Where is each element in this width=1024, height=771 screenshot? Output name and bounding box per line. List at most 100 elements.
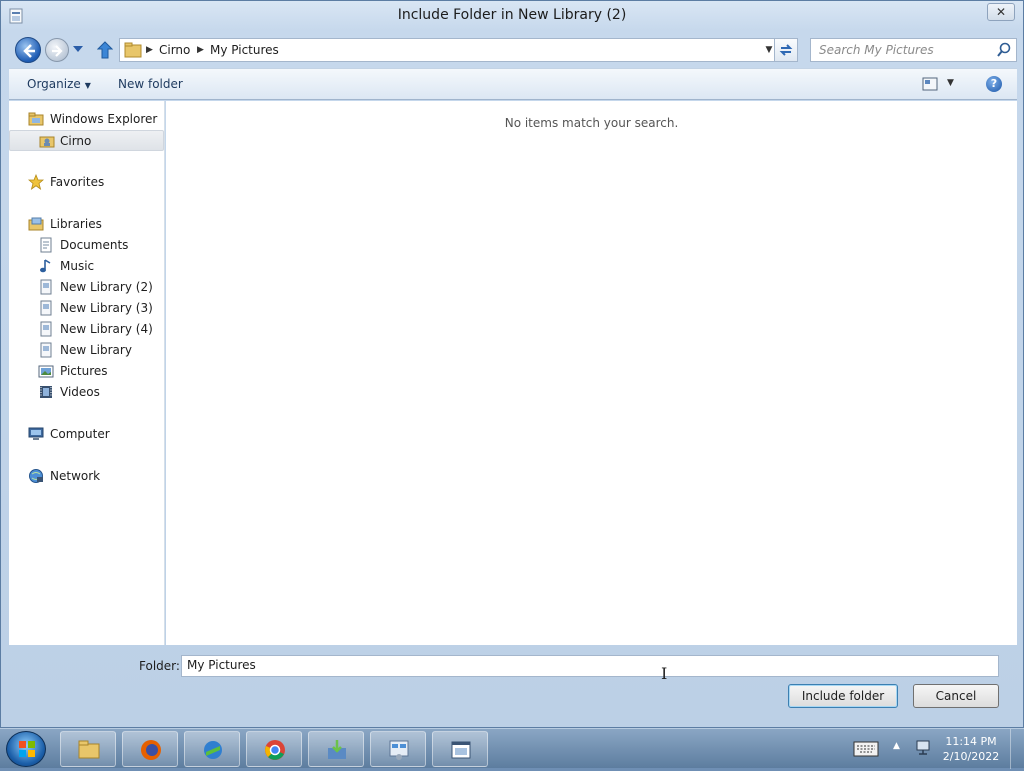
nav-item-computer[interactable]: Computer bbox=[9, 424, 164, 445]
nav-item-favorites[interactable]: Favorites bbox=[9, 172, 164, 193]
system-clock[interactable]: 11:14 PM 2/10/2022 bbox=[940, 734, 1002, 764]
music-icon bbox=[40, 259, 51, 273]
library-icon bbox=[40, 279, 52, 295]
include-folder-button[interactable]: Include folder bbox=[788, 684, 898, 708]
nav-item-label: Network bbox=[50, 469, 101, 483]
computer-icon bbox=[28, 427, 44, 440]
nav-item-label: New Library (2) bbox=[60, 280, 153, 294]
file-list-area[interactable]: No items match your search. bbox=[166, 101, 1017, 645]
breadcrumb-my-pictures[interactable]: My Pictures bbox=[210, 43, 279, 57]
start-button[interactable] bbox=[6, 731, 46, 767]
nav-item-network[interactable]: Network bbox=[9, 466, 164, 487]
network-icon bbox=[29, 469, 43, 483]
search-box[interactable]: Search My Pictures bbox=[810, 38, 1017, 62]
organize-label[interactable]: Organize bbox=[27, 77, 81, 91]
chevron-down-icon: ▼ bbox=[84, 81, 91, 90]
nav-item-videos[interactable]: Videos bbox=[9, 382, 164, 403]
nav-item-label: Music bbox=[60, 259, 95, 273]
nav-item-libraries[interactable]: Libraries bbox=[9, 214, 164, 235]
nav-item-new-library-2[interactable]: New Library (2) bbox=[9, 277, 164, 298]
dialog-footer: Folder: My Pictures I Include folder Can… bbox=[9, 646, 1017, 722]
documents-icon bbox=[40, 237, 52, 253]
taskbar-app-control-panel[interactable] bbox=[370, 731, 426, 767]
breadcrumb-cirno[interactable]: Cirno bbox=[159, 43, 190, 57]
show-desktop-button[interactable] bbox=[1010, 729, 1024, 769]
window-app-icon bbox=[451, 741, 471, 759]
nav-item-new-library-3[interactable]: New Library (3) bbox=[9, 298, 164, 319]
explorer-icon bbox=[78, 740, 100, 759]
nav-item-music[interactable]: Music bbox=[9, 256, 164, 277]
installer-icon bbox=[328, 740, 346, 759]
nav-item-label: Cirno bbox=[60, 134, 92, 148]
pictures-icon bbox=[38, 365, 54, 378]
breadcrumb-separator[interactable]: ▶ bbox=[146, 45, 153, 55]
nav-item-label: Pictures bbox=[60, 364, 108, 378]
nav-item-label: New Library (4) bbox=[60, 322, 153, 336]
show-hidden-icons-icon[interactable]: ▲ bbox=[893, 741, 900, 751]
network-status-icon[interactable] bbox=[914, 739, 932, 757]
library-icon bbox=[40, 342, 52, 358]
view-options-dropdown-icon[interactable]: ▼ bbox=[947, 78, 954, 88]
back-button[interactable] bbox=[15, 37, 41, 63]
title-bar: Include Folder in New Library (2) ✕ bbox=[1, 1, 1023, 33]
window-title: Include Folder in New Library (2) bbox=[397, 7, 627, 23]
nav-item-label: New Library bbox=[60, 343, 132, 357]
windows-logo-icon bbox=[19, 741, 35, 757]
address-bar[interactable]: ▶ Cirno ▶ My Pictures ▼ bbox=[119, 38, 779, 62]
nav-item-cirno[interactable]: Cirno bbox=[9, 130, 164, 151]
nav-item-label: New Library (3) bbox=[60, 301, 153, 315]
navigation-pane: Windows Explorer Cirno Favorites Librari… bbox=[9, 101, 165, 645]
organize-menu[interactable]: Organize ▼ bbox=[27, 77, 91, 91]
close-button[interactable]: ✕ bbox=[987, 3, 1015, 21]
refresh-button[interactable] bbox=[774, 38, 798, 62]
new-folder-button[interactable]: New folder bbox=[118, 77, 183, 91]
nav-item-label: Favorites bbox=[50, 175, 105, 189]
folder-input[interactable]: My Pictures bbox=[181, 655, 999, 677]
cancel-button[interactable]: Cancel bbox=[913, 684, 999, 708]
search-icon[interactable] bbox=[996, 42, 1012, 58]
clock-time: 11:14 PM bbox=[945, 735, 997, 748]
explorer-icon bbox=[28, 112, 44, 126]
text-cursor-icon: I bbox=[661, 664, 668, 683]
breadcrumb-separator[interactable]: ▶ bbox=[197, 45, 204, 55]
change-view-icon[interactable] bbox=[922, 77, 938, 91]
up-arrow-icon[interactable] bbox=[97, 41, 113, 59]
star-icon bbox=[28, 174, 44, 190]
empty-message: No items match your search. bbox=[504, 116, 679, 130]
taskbar-app-download-manager[interactable] bbox=[184, 731, 240, 767]
taskbar-app-firefox[interactable] bbox=[122, 731, 178, 767]
nav-item-new-library[interactable]: New Library bbox=[9, 340, 164, 361]
folder-icon bbox=[124, 42, 142, 58]
nav-item-label: Libraries bbox=[50, 217, 102, 231]
nav-item-new-library-4[interactable]: New Library (4) bbox=[9, 319, 164, 340]
taskbar-app-installer[interactable] bbox=[308, 731, 364, 767]
library-icon bbox=[40, 300, 52, 316]
refresh-icon bbox=[779, 44, 793, 56]
keyboard-icon[interactable] bbox=[853, 741, 879, 757]
videos-icon bbox=[40, 386, 52, 398]
recent-pages-dropdown-icon[interactable] bbox=[72, 44, 84, 54]
nav-item-documents[interactable]: Documents bbox=[9, 235, 164, 256]
nav-item-label: Windows Explorer bbox=[50, 112, 158, 126]
forward-button[interactable] bbox=[45, 38, 69, 62]
chrome-icon bbox=[265, 740, 285, 760]
clock-date: 2/10/2022 bbox=[942, 750, 1000, 763]
library-icon bbox=[40, 321, 52, 337]
taskbar-app-chrome[interactable] bbox=[246, 731, 302, 767]
arrow-right-icon bbox=[52, 45, 63, 57]
nav-item-label: Videos bbox=[60, 385, 100, 399]
nav-item-label: Computer bbox=[50, 427, 110, 441]
nav-item-pictures[interactable]: Pictures bbox=[9, 361, 164, 382]
arrow-left-icon bbox=[23, 44, 35, 58]
command-bar: Organize ▼ New folder ▼ ? bbox=[9, 68, 1017, 100]
nav-item-label: Documents bbox=[60, 238, 129, 252]
help-button[interactable]: ? bbox=[986, 76, 1002, 92]
taskbar-app-window[interactable] bbox=[432, 731, 488, 767]
dialog-window: Include Folder in New Library (2) ✕ ▶ Ci… bbox=[0, 0, 1024, 728]
search-placeholder[interactable]: Search My Pictures bbox=[819, 43, 934, 57]
control-panel-icon bbox=[389, 740, 409, 760]
firefox-icon bbox=[141, 740, 161, 760]
download-manager-icon bbox=[204, 741, 222, 759]
nav-item-windows-explorer[interactable]: Windows Explorer bbox=[9, 109, 164, 130]
taskbar-app-explorer[interactable] bbox=[60, 731, 116, 767]
